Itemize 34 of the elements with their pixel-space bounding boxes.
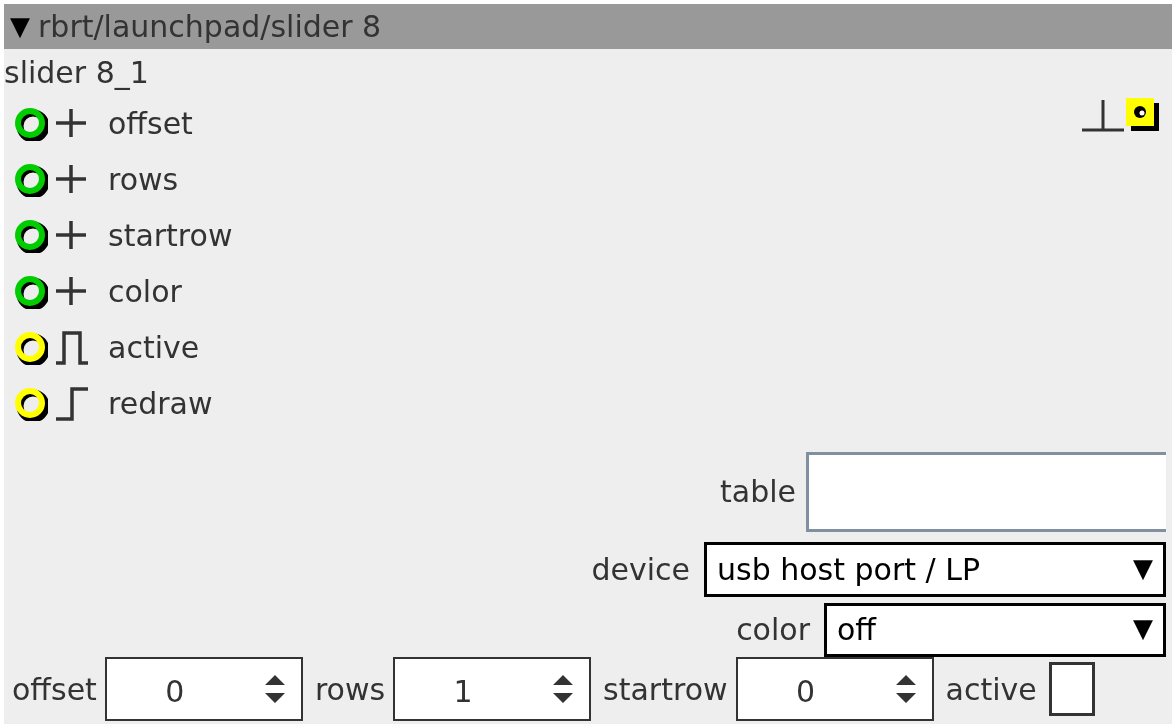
param-label: active [945, 670, 1037, 709]
spin-arrows-icon[interactable] [551, 673, 576, 706]
field-label: color [736, 611, 810, 650]
node-title: rbrt/launchpad/slider 8 [38, 8, 382, 46]
port-label: rows [108, 161, 179, 200]
input-port-icon[interactable] [14, 386, 48, 421]
table-field[interactable] [806, 451, 1166, 532]
number-spinbox[interactable]: 0 [104, 657, 303, 722]
color-dropdown[interactable]: off ▼ [824, 602, 1166, 657]
param-label: startrow [603, 670, 728, 709]
instance-name: slider 8_1 [4, 53, 150, 92]
field-label: device [591, 550, 690, 589]
ground-icon [1082, 97, 1124, 132]
param-label: rows [314, 670, 386, 709]
device-dropdown[interactable]: usb host port / LP ▼ [704, 541, 1166, 597]
port-label: color [108, 273, 182, 312]
input-port-icon[interactable] [14, 330, 48, 365]
checkbox[interactable] [1048, 662, 1095, 717]
input-port-icon[interactable] [14, 274, 48, 309]
step-icon [54, 384, 90, 423]
port-label: offset [108, 105, 193, 144]
port-label: redraw [108, 385, 213, 424]
collapse-toggle[interactable]: ▼ [10, 7, 30, 46]
number-spinbox[interactable]: 0 [735, 657, 934, 722]
field-label: table [720, 473, 796, 512]
port-label: startrow [108, 217, 233, 256]
port-label: active [108, 329, 200, 368]
input-port-icon[interactable] [14, 218, 48, 253]
input-port-icon[interactable] [14, 106, 48, 141]
pulse-icon [54, 328, 90, 367]
param-label: offset [12, 670, 97, 709]
output-port-icon[interactable] [1126, 97, 1160, 132]
input-port-icon[interactable] [14, 162, 48, 197]
number-spinbox[interactable]: 1 [393, 657, 592, 722]
